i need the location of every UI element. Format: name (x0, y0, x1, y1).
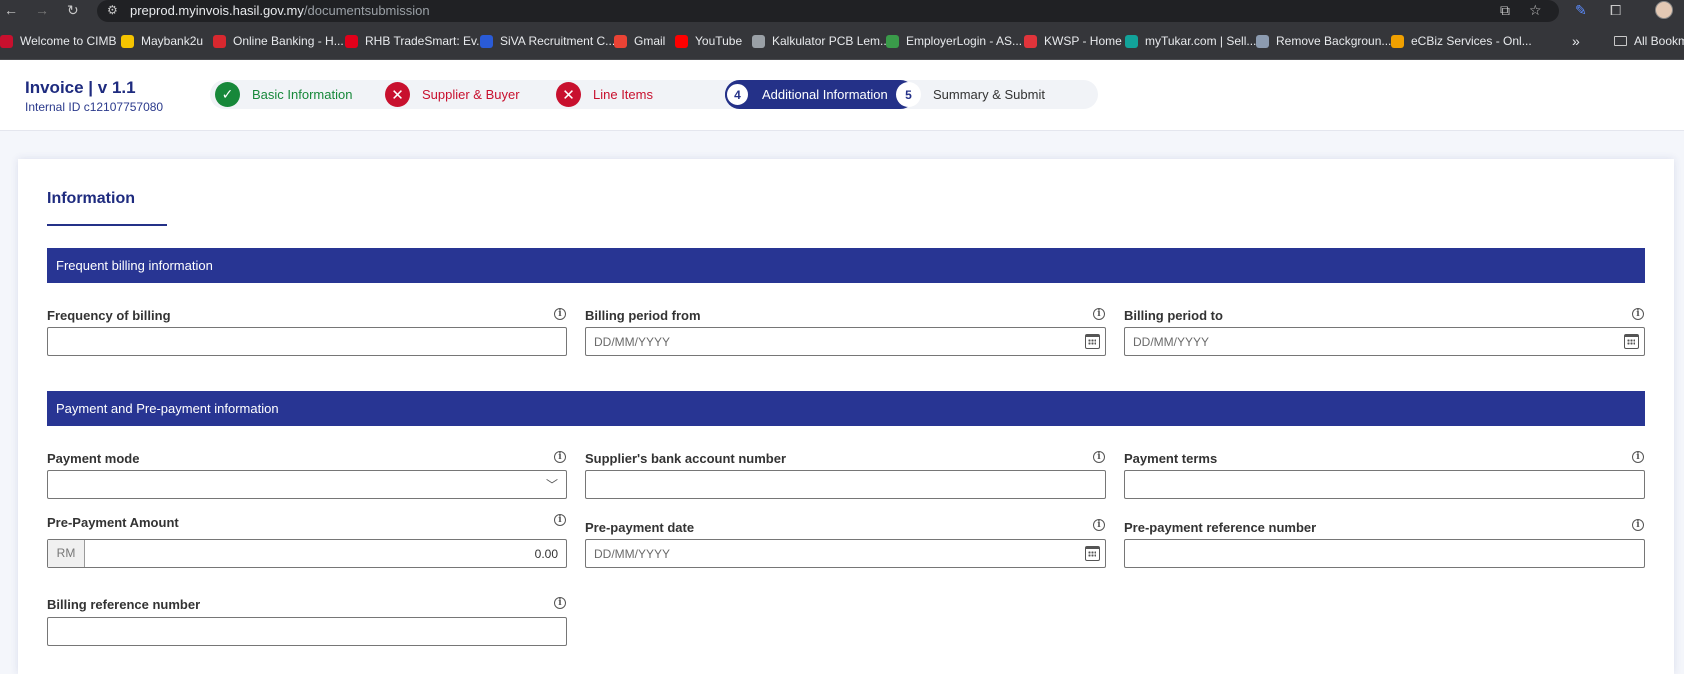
step-number: 4 (725, 82, 750, 107)
prepayment-amount-value: 0.00 (534, 547, 558, 561)
bookmark-favicon-icon (213, 34, 226, 48)
bookmark-item[interactable]: Remove Backgroun... (1256, 33, 1391, 49)
date-placeholder: DD/MM/YYYY (594, 335, 671, 349)
payment-terms-input[interactable] (1124, 470, 1645, 499)
bookmark-favicon-icon (752, 34, 765, 48)
extension-icon[interactable]: ✎ (1575, 2, 1587, 19)
payment-terms-label: Payment terms (1124, 451, 1218, 466)
supplier-bank-account-input[interactable] (585, 470, 1106, 499)
step-basic-information[interactable]: ✓ Basic Information (215, 80, 352, 109)
bookmark-item[interactable]: SiVA Recruitment C... (480, 33, 615, 49)
bookmarks-overflow-button[interactable]: » (1572, 33, 1580, 49)
folder-icon (1614, 36, 1627, 46)
info-icon[interactable]: i (1093, 308, 1105, 320)
section-header-payment: Payment and Pre-payment information (47, 391, 1645, 426)
bookmark-favicon-icon (121, 34, 134, 48)
bookmark-item[interactable]: eCBiz Services - Onl... (1391, 33, 1532, 49)
info-icon[interactable]: i (554, 597, 566, 609)
bookmark-favicon-icon (675, 34, 688, 48)
check-icon: ✓ (215, 82, 240, 107)
step-additional-information[interactable]: 4 Additional Information (725, 80, 888, 109)
step-summary-submit[interactable]: 5 Summary & Submit (896, 80, 1045, 109)
browser-toolbar: ← → ↻ ⚙ preprod.myinvois.hasil.gov.my/do… (0, 0, 1684, 22)
info-icon[interactable]: i (1632, 308, 1644, 320)
bookmark-favicon-icon (480, 34, 493, 48)
bookmark-item[interactable]: myTukar.com | Sell... (1125, 33, 1256, 49)
info-icon[interactable]: i (1093, 451, 1105, 463)
url-text: preprod.myinvois.hasil.gov.my/documentsu… (130, 3, 430, 18)
reload-icon[interactable]: ↻ (67, 2, 79, 18)
address-bar[interactable]: ⚙ preprod.myinvois.hasil.gov.my/document… (97, 0, 1559, 22)
internal-id: Internal ID c12107757080 (25, 100, 164, 114)
prepayment-date-input[interactable]: DD/MM/YYYY (585, 539, 1106, 568)
section-header-billing: Frequent billing information (47, 248, 1645, 283)
bookmark-item[interactable]: YouTube (675, 33, 742, 49)
all-bookmarks-button[interactable]: All Bookm (1614, 33, 1684, 49)
bookmark-item[interactable]: EmployerLogin - AS... (886, 33, 1022, 49)
prepayment-amount-label: Pre-Payment Amount (47, 515, 179, 530)
bookmark-item[interactable]: Kalkulator PCB Lem... (752, 33, 890, 49)
page-title: Invoice | v 1.1 (25, 78, 136, 97)
date-placeholder: DD/MM/YYYY (1133, 335, 1210, 349)
payment-mode-select[interactable]: ﹀ (47, 470, 567, 499)
payment-mode-label: Payment mode (47, 451, 140, 466)
prepayment-reference-input[interactable] (1124, 539, 1645, 568)
back-icon[interactable]: ← (4, 2, 18, 18)
info-icon[interactable]: i (554, 308, 566, 320)
bookmark-item[interactable]: RHB TradeSmart: Ev... (345, 33, 486, 49)
bookmark-favicon-icon (614, 34, 627, 48)
billing-period-from-label: Billing period from (585, 308, 701, 323)
step-number: 5 (896, 82, 921, 107)
billing-period-to-label: Billing period to (1124, 308, 1223, 323)
frequency-of-billing-label: Frequency of billing (47, 308, 171, 323)
bookmark-item[interactable]: Maybank2u (121, 33, 203, 49)
tab-information[interactable]: Information (47, 190, 135, 208)
bookmark-item[interactable]: Gmail (614, 33, 665, 49)
bookmark-favicon-icon (1024, 34, 1037, 48)
step-supplier-buyer[interactable]: ✕ Supplier & Buyer (385, 80, 520, 109)
frequency-of-billing-input[interactable] (47, 327, 567, 356)
install-app-icon[interactable]: ⧉ (1500, 2, 1510, 19)
date-placeholder: DD/MM/YYYY (594, 547, 671, 561)
info-icon[interactable]: i (1093, 519, 1105, 531)
app-header: Invoice | v 1.1 Internal ID c12107757080… (0, 60, 1684, 131)
bookmark-favicon-icon (886, 34, 899, 48)
tab-active-indicator (47, 224, 167, 226)
bookmark-favicon-icon (1256, 34, 1269, 48)
bookmarks-bar: Welcome to CIMB Maybank2u Online Banking… (0, 22, 1684, 60)
billing-reference-input[interactable] (47, 617, 567, 646)
bookmark-favicon-icon (1125, 34, 1138, 48)
prepayment-date-label: Pre-payment date (585, 520, 695, 535)
prepayment-reference-label: Pre-payment reference number (1124, 520, 1317, 535)
prepayment-amount-input[interactable]: RM 0.00 (47, 539, 567, 568)
calendar-icon[interactable] (1085, 334, 1100, 349)
step-line-items[interactable]: ✕ Line Items (556, 80, 653, 109)
chevron-down-icon: ﹀ (545, 478, 558, 492)
billing-reference-label: Billing reference number (47, 597, 201, 612)
wizard-stepper: ✓ Basic Information ✕ Supplier & Buyer ✕… (210, 80, 1098, 109)
bookmark-favicon-icon (345, 34, 358, 48)
extensions-puzzle-icon[interactable]: ⧠ (1610, 2, 1621, 19)
calendar-icon[interactable] (1624, 334, 1639, 349)
site-settings-icon[interactable]: ⚙ (107, 3, 118, 17)
bookmark-item[interactable]: Online Banking - H... (213, 33, 344, 49)
info-icon[interactable]: i (554, 514, 566, 526)
error-x-icon: ✕ (556, 82, 581, 107)
error-x-icon: ✕ (385, 82, 410, 107)
bookmark-favicon-icon (0, 34, 13, 48)
billing-period-to-input[interactable]: DD/MM/YYYY (1124, 327, 1645, 356)
supplier-bank-account-label: Supplier's bank account number (585, 451, 787, 466)
profile-avatar[interactable] (1655, 1, 1673, 19)
calendar-icon[interactable] (1085, 546, 1100, 561)
info-icon[interactable]: i (1632, 519, 1644, 531)
currency-prefix: RM (48, 540, 85, 567)
bookmark-item[interactable]: Welcome to CIMB (0, 33, 116, 49)
forward-icon[interactable]: → (35, 2, 49, 18)
bookmark-item[interactable]: KWSP - Home (1024, 33, 1122, 49)
info-icon[interactable]: i (1632, 451, 1644, 463)
info-icon[interactable]: i (554, 451, 566, 463)
bookmark-favicon-icon (1391, 34, 1404, 48)
bookmark-star-icon[interactable]: ☆ (1529, 2, 1542, 19)
billing-period-from-input[interactable]: DD/MM/YYYY (585, 327, 1106, 356)
